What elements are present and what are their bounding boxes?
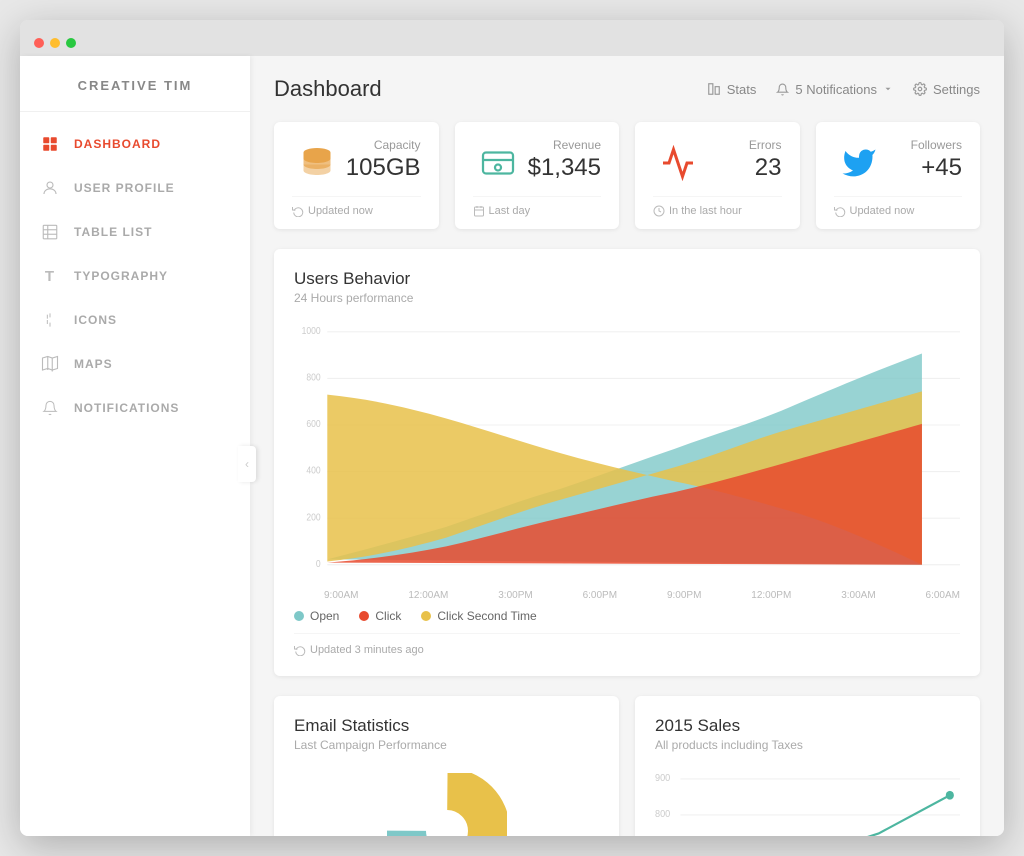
stat-card-capacity: Capacity 105GB Updated now bbox=[274, 122, 439, 229]
legend-click-dot bbox=[359, 611, 369, 621]
header-actions: Stats 5 Notifications bbox=[707, 82, 980, 97]
x-axis-labels: 9:00AM 12:00AM 3:00PM 6:00PM 9:00PM 12:0… bbox=[294, 586, 960, 601]
stat-card-errors: Errors 23 In the last hour bbox=[635, 122, 800, 229]
close-dot[interactable] bbox=[34, 38, 44, 48]
app-container: CREATIVE TIM Dashboard bbox=[20, 56, 1004, 836]
chart-title: Users Behavior bbox=[294, 269, 960, 289]
followers-icon bbox=[834, 138, 884, 188]
email-statistics-card: Email Statistics Last Campaign Performan… bbox=[274, 696, 619, 836]
sales-chart-area: 900 800 bbox=[655, 768, 960, 836]
legend-click-second-dot bbox=[421, 611, 431, 621]
svg-text:800: 800 bbox=[306, 372, 320, 383]
legend-open: Open bbox=[294, 609, 339, 623]
legend-click-second: Click Second Time bbox=[421, 609, 536, 623]
page-header: Dashboard Stats 5 Notifications bbox=[274, 76, 980, 102]
legend-click: Click bbox=[359, 609, 401, 623]
svg-text:800: 800 bbox=[655, 809, 670, 820]
stats-button[interactable]: Stats bbox=[707, 82, 757, 97]
revenue-info: Revenue $1,345 bbox=[528, 138, 601, 182]
svg-text:0: 0 bbox=[316, 558, 321, 569]
sidebar-item-table-list[interactable]: Table List bbox=[20, 210, 250, 254]
sidebar-toggle[interactable]: ‹ bbox=[238, 446, 256, 482]
pie-chart-area bbox=[294, 768, 599, 836]
settings-button[interactable]: Settings bbox=[913, 82, 980, 97]
svg-text:400: 400 bbox=[306, 465, 320, 476]
sidebar-item-dashboard[interactable]: Dashboard bbox=[20, 122, 250, 166]
email-stats-title: Email Statistics bbox=[294, 716, 599, 736]
browser-window: CREATIVE TIM Dashboard bbox=[20, 20, 1004, 836]
revenue-footer: Last day bbox=[473, 196, 602, 217]
main-content: Dashboard Stats 5 Notifications bbox=[250, 56, 1004, 836]
notifications-button[interactable]: 5 Notifications bbox=[776, 82, 893, 97]
chart-footer: Updated 3 minutes ago bbox=[294, 633, 960, 656]
settings-gear-icon bbox=[913, 82, 927, 96]
minimize-dot[interactable] bbox=[50, 38, 60, 48]
bottom-cards: Email Statistics Last Campaign Performan… bbox=[274, 696, 980, 836]
sales-chart-svg: 900 800 bbox=[655, 768, 960, 836]
capacity-info: Capacity 105GB bbox=[346, 138, 421, 182]
svg-text:200: 200 bbox=[306, 512, 320, 523]
maximize-dot[interactable] bbox=[66, 38, 76, 48]
table-icon bbox=[40, 222, 60, 242]
capacity-icon bbox=[292, 138, 342, 188]
svg-text:600: 600 bbox=[306, 419, 320, 430]
followers-footer: Updated now bbox=[834, 196, 963, 217]
errors-info: Errors 23 bbox=[749, 138, 782, 182]
svg-text:1000: 1000 bbox=[302, 325, 321, 336]
sidebar-item-maps[interactable]: Maps bbox=[20, 342, 250, 386]
pie-chart-svg bbox=[387, 773, 507, 836]
errors-footer: In the last hour bbox=[653, 196, 782, 217]
sidebar-item-icons[interactable]: Icons bbox=[20, 298, 250, 342]
email-stats-subtitle: Last Campaign Performance bbox=[294, 738, 599, 752]
followers-info: Followers +45 bbox=[911, 138, 962, 182]
brand-logo: CREATIVE TIM bbox=[20, 56, 250, 112]
stat-card-revenue: Revenue $1,345 Last day bbox=[455, 122, 620, 229]
sidebar-nav: Dashboard User Profile bbox=[20, 112, 250, 836]
stat-card-followers: Followers +45 Updated now bbox=[816, 122, 981, 229]
revenue-icon bbox=[473, 138, 523, 188]
person-icon bbox=[40, 178, 60, 198]
capacity-footer: Updated now bbox=[292, 196, 421, 217]
legend-open-dot bbox=[294, 611, 304, 621]
stats-icon bbox=[707, 82, 721, 96]
area-chart-svg: 1000 800 600 400 200 0 bbox=[294, 321, 960, 581]
notification-bell-icon bbox=[776, 83, 789, 96]
sales-subtitle: All products including Taxes bbox=[655, 738, 960, 752]
maps-icon bbox=[40, 354, 60, 374]
chart-subtitle: 24 Hours performance bbox=[294, 291, 960, 305]
chart-area: 1000 800 600 400 200 0 bbox=[294, 321, 960, 581]
bell-icon bbox=[40, 398, 60, 418]
sidebar-item-notifications[interactable]: Notifications bbox=[20, 386, 250, 430]
page-title: Dashboard bbox=[274, 76, 382, 102]
icons-icon bbox=[40, 310, 60, 330]
chevron-down-icon bbox=[883, 84, 893, 94]
sales-2015-card: 2015 Sales All products including Taxes … bbox=[635, 696, 980, 836]
sidebar-item-typography[interactable]: T Typography bbox=[20, 254, 250, 298]
dashboard-icon bbox=[40, 134, 60, 154]
sales-title: 2015 Sales bbox=[655, 716, 960, 736]
browser-chrome bbox=[20, 20, 1004, 56]
svg-text:900: 900 bbox=[655, 773, 670, 784]
typography-icon: T bbox=[40, 266, 60, 286]
stat-cards-container: Capacity 105GB Updated now bbox=[274, 122, 980, 229]
sidebar: CREATIVE TIM Dashboard bbox=[20, 56, 250, 836]
sidebar-item-user-profile[interactable]: User Profile bbox=[20, 166, 250, 210]
errors-icon bbox=[653, 138, 703, 188]
users-behavior-chart-card: Users Behavior 24 Hours performance 1000… bbox=[274, 249, 980, 676]
